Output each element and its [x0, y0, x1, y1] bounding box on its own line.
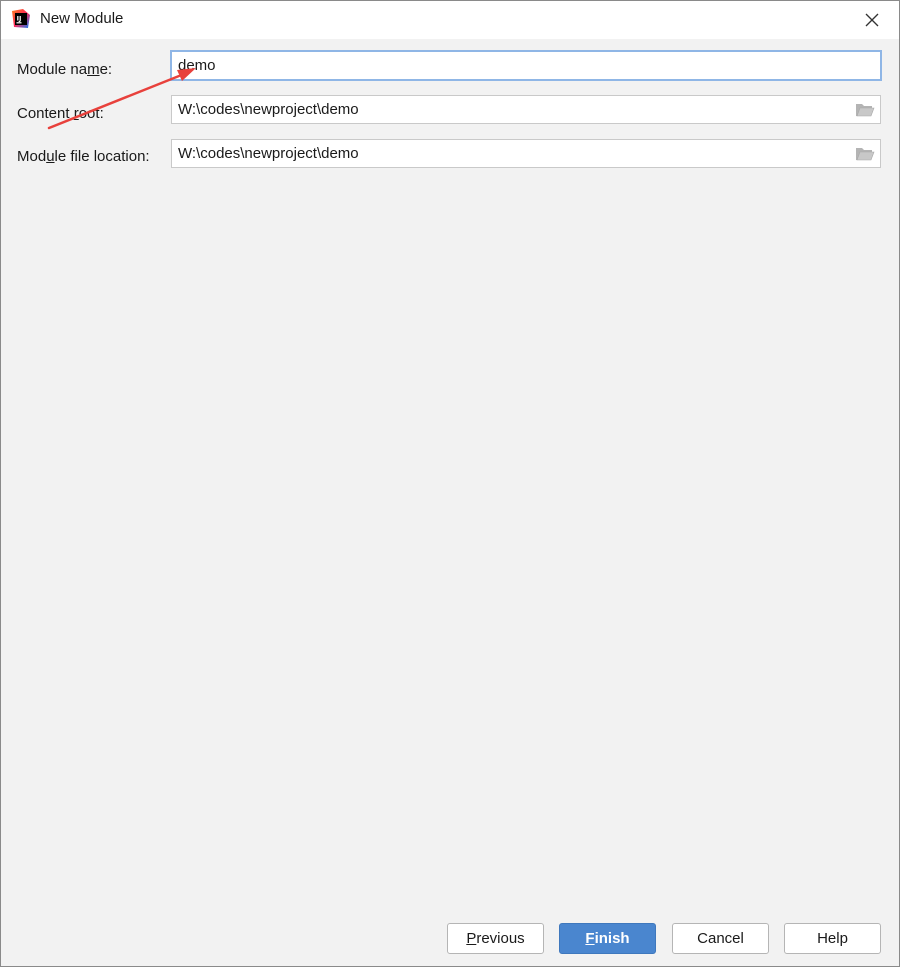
module-file-location-field[interactable]	[171, 139, 881, 168]
close-button[interactable]	[859, 7, 885, 33]
module-file-location-label-pre: Mod	[17, 148, 47, 165]
module-name-label-pre: Module na	[17, 61, 88, 78]
svg-text:IJ: IJ	[17, 15, 22, 23]
finish-button-mnemonic: F	[585, 930, 595, 947]
module-file-location-label-mnemonic: u	[46, 148, 55, 165]
module-file-location-label: Module file location:	[17, 148, 150, 165]
intellij-idea-icon: IJ	[12, 9, 30, 28]
content-root-label: Content root:	[17, 105, 104, 122]
module-file-location-browse-button[interactable]	[854, 144, 876, 164]
content-root-field[interactable]	[171, 95, 881, 124]
cancel-button[interactable]: Cancel	[672, 923, 769, 954]
content-root-label-pre: Content	[17, 105, 74, 122]
module-name-label-post: e:	[99, 61, 113, 78]
module-name-label: Module name:	[17, 61, 112, 78]
finish-button-label: inish	[594, 930, 630, 947]
module-name-input[interactable]	[172, 52, 880, 79]
content-root-browse-button[interactable]	[854, 100, 876, 120]
folder-icon	[856, 104, 875, 117]
previous-button-label: revious	[476, 930, 525, 947]
module-file-location-label-post: le file location:	[54, 148, 150, 165]
content-root-input[interactable]	[172, 96, 846, 123]
finish-button[interactable]: Finish	[559, 923, 656, 954]
module-name-field[interactable]	[170, 50, 882, 81]
module-name-label-mnemonic: m	[87, 61, 100, 78]
new-module-dialog: IJ New Module Module name: Content root:…	[0, 0, 900, 967]
previous-button[interactable]: Previous	[447, 923, 544, 954]
content-root-label-post: oot:	[78, 105, 104, 122]
help-button[interactable]: Help	[784, 923, 881, 954]
folder-icon	[856, 148, 875, 161]
title-bar[interactable]: IJ New Module	[1, 1, 899, 39]
close-icon	[865, 13, 879, 27]
previous-button-mnemonic: P	[466, 930, 477, 947]
window-title: New Module	[40, 10, 124, 27]
module-file-location-input[interactable]	[172, 140, 846, 167]
